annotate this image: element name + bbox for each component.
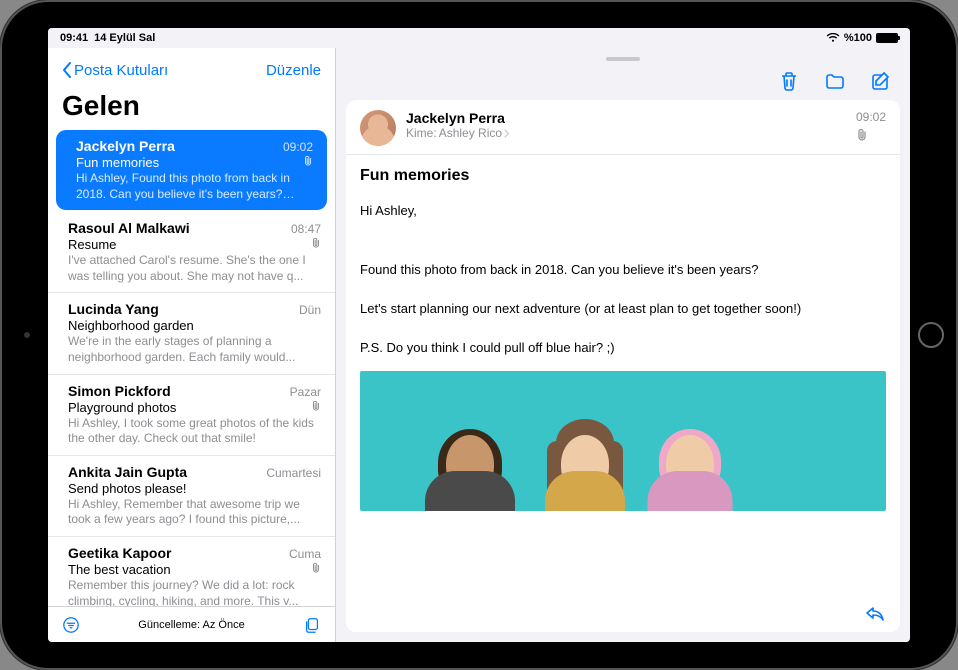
- sidebar-footer: Güncelleme: Az Önce: [48, 606, 335, 642]
- chevron-left-icon: [62, 62, 72, 78]
- email-subject: Playground photos: [68, 400, 176, 415]
- email-subject: Resume: [68, 237, 116, 252]
- email-preview: Hi Ashley, I took some great photos of t…: [68, 416, 321, 447]
- attachment-icon: [303, 155, 313, 170]
- back-button[interactable]: Posta Kutuları: [62, 62, 168, 79]
- message-subject: Fun memories: [360, 167, 886, 185]
- email-item[interactable]: Geetika Kapoor Cuma The best vacationRemem…: [48, 537, 335, 606]
- inbox-title: Gelen: [62, 90, 321, 122]
- filter-icon: [62, 616, 80, 634]
- email-subject: The best vacation: [68, 562, 171, 577]
- email-subject: Neighborhood garden: [68, 318, 194, 333]
- email-sender: Simon Pickford: [68, 383, 171, 399]
- chevron-right-icon: [504, 129, 510, 138]
- message-text: Hi Ashley, Found this photo from back in…: [360, 201, 886, 357]
- email-sender: Ankita Jain Gupta: [68, 464, 187, 480]
- email-item[interactable]: Jackelyn Perra 09:02 Fun memoriesHi Ashley…: [56, 130, 327, 210]
- copies-button[interactable]: [303, 616, 321, 634]
- sender-name: Jackelyn Perra: [406, 110, 846, 126]
- battery-icon: [876, 33, 898, 43]
- copy-icon: [303, 616, 321, 634]
- attachment-photo[interactable]: [360, 371, 886, 511]
- back-label: Posta Kutuları: [74, 62, 168, 79]
- status-bar: 09:41 14 Eylül Sal %100: [48, 28, 910, 48]
- email-sender: Geetika Kapoor: [68, 545, 171, 561]
- edit-button[interactable]: Düzenle: [266, 62, 321, 79]
- email-time: 09:02: [283, 140, 313, 154]
- email-subject: Fun memories: [76, 155, 159, 170]
- sidebar: Posta Kutuları Düzenle Gelen Jackelyn Pe…: [48, 48, 336, 642]
- reply-button[interactable]: [864, 604, 886, 622]
- email-list[interactable]: Jackelyn Perra09:02Fun memoriesHi Ashley…: [48, 128, 335, 606]
- status-time: 09:41: [60, 32, 88, 44]
- email-preview: We're in the early stages of planning a …: [68, 334, 321, 365]
- email-item[interactable]: Ankita Jain Gupta Cumartesi Send photos pl…: [48, 456, 335, 537]
- message-body[interactable]: Fun memories Hi Ashley, Found this photo…: [346, 155, 900, 632]
- email-time: Pazar: [290, 385, 321, 399]
- sheet-handle[interactable]: [336, 48, 910, 70]
- header-time: 09:02: [856, 110, 886, 124]
- email-subject: Send photos please!: [68, 481, 187, 496]
- email-item[interactable]: Rasoul Al Malkawi 08:47 ResumeI've attache…: [48, 212, 335, 293]
- attachment-icon: [311, 400, 321, 415]
- email-time: Dün: [299, 303, 321, 317]
- email-item[interactable]: Simon Pickford Pazar Playground photosHi A…: [48, 375, 335, 456]
- email-sender: Jackelyn Perra: [76, 138, 175, 154]
- email-preview: I've attached Carol's resume. She's the …: [68, 253, 321, 284]
- email-preview: Hi Ashley, Found this photo from back in…: [76, 171, 313, 202]
- attachment-icon: [311, 237, 321, 252]
- trash-icon[interactable]: [778, 70, 800, 92]
- compose-icon[interactable]: [870, 70, 892, 92]
- avatar[interactable]: [360, 110, 396, 146]
- email-time: Cuma: [289, 547, 321, 561]
- message-header[interactable]: Jackelyn Perra Kime: Ashley Rico 09:02: [346, 100, 900, 155]
- to-value: Ashley Rico: [439, 126, 502, 140]
- content-pane: Jackelyn Perra Kime: Ashley Rico 09:02: [336, 48, 910, 642]
- email-time: 08:47: [291, 222, 321, 236]
- battery-percent: %100: [844, 32, 872, 44]
- wifi-icon: [826, 33, 840, 43]
- email-preview: Remember this journey? We did a lot: roc…: [68, 578, 321, 606]
- filter-button[interactable]: [62, 616, 80, 634]
- email-sender: Rasoul Al Malkawi: [68, 220, 190, 236]
- toolbar: [336, 70, 910, 100]
- status-date: 14 Eylül Sal: [94, 32, 155, 44]
- home-button[interactable]: [918, 322, 944, 348]
- email-item[interactable]: Lucinda Yang Dün Neighborhood gardenWe're …: [48, 293, 335, 374]
- message-card: Jackelyn Perra Kime: Ashley Rico 09:02: [346, 100, 900, 632]
- reply-icon: [864, 604, 886, 622]
- email-sender: Lucinda Yang: [68, 301, 159, 317]
- to-line[interactable]: Kime: Ashley Rico: [406, 126, 846, 140]
- email-preview: Hi Ashley, Remember that awesome trip we…: [68, 497, 321, 528]
- email-time: Cumartesi: [266, 466, 321, 480]
- attachment-icon: [856, 128, 886, 142]
- attachment-icon: [311, 562, 321, 577]
- folder-icon[interactable]: [824, 70, 846, 92]
- footer-status: Güncelleme: Az Önce: [80, 619, 303, 631]
- to-label: Kime:: [406, 126, 437, 140]
